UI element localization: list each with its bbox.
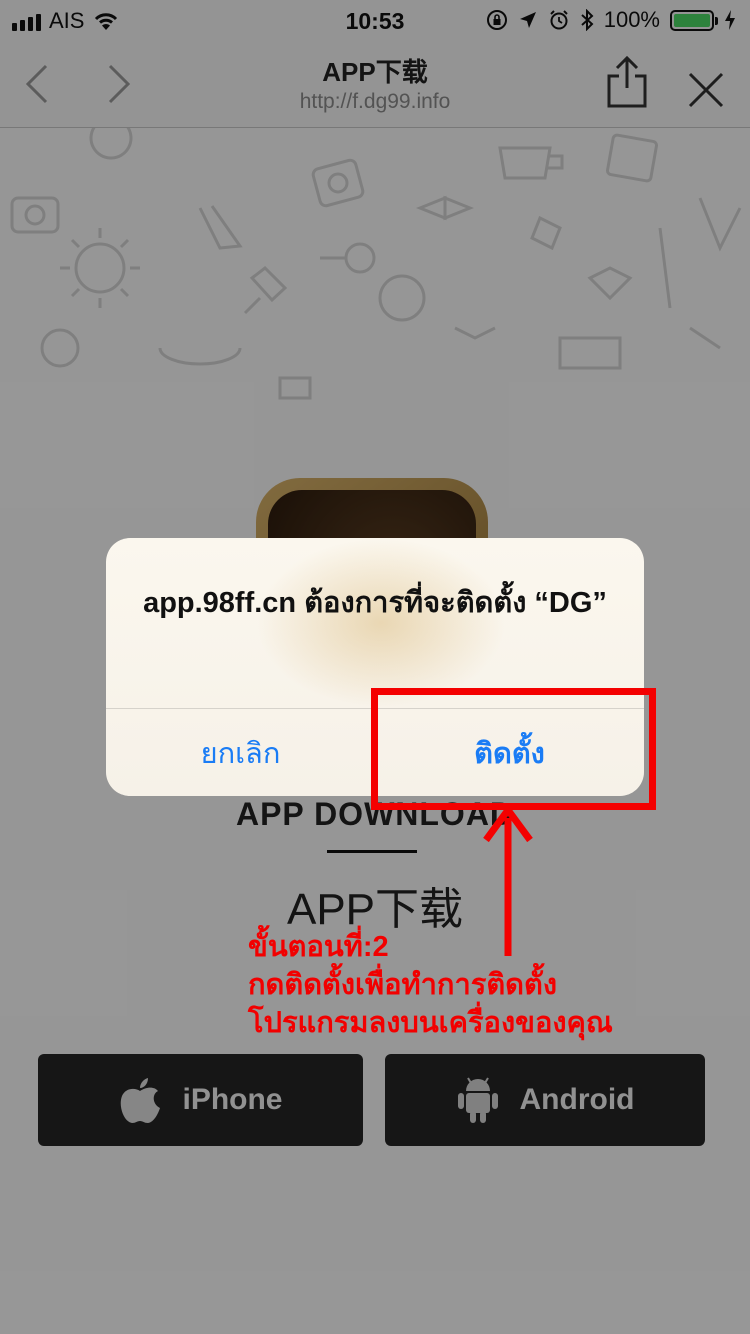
instruction-line: โปรแกรมลงบนเครื่องของคุณ [248, 1007, 613, 1039]
alert-message: app.98ff.cn ต้องการที่จะติดตั้ง “DG” [143, 587, 607, 619]
install-highlight-box [371, 688, 656, 810]
instruction-line: กดติดตั้งเพื่อทำการติดตั้ง [248, 969, 557, 1001]
cancel-button[interactable]: ยกเลิก [106, 709, 375, 796]
instruction-line: ขั้นตอนที่:2 [248, 931, 389, 963]
instruction-text: ขั้นตอนที่:2 กดติดตั้งเพื่อทำการติดตั้ง … [248, 928, 613, 1042]
